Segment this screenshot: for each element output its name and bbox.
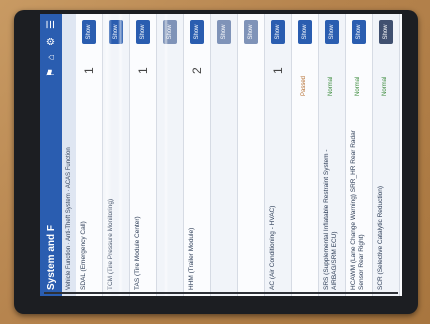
table-row[interactable]: Show <box>157 14 184 296</box>
table-row[interactable]: SDAL (Emergency Call) 1 Show <box>76 14 103 296</box>
show-button[interactable]: Show <box>352 20 366 44</box>
module-name: TCM (Tire Pressure Monitoring) <box>107 198 114 290</box>
status-text: Normal <box>328 76 334 96</box>
fault-count: 1 <box>136 67 150 74</box>
table-row[interactable]: HCAWM (Lane Change Warning) SRR_HR Rear … <box>346 14 373 296</box>
show-button[interactable]: Show <box>82 20 96 44</box>
module-name: SRS (Supplemental Inflatable Restraint S… <box>323 149 338 290</box>
show-button[interactable]: Show <box>163 20 177 44</box>
app-title: System and F <box>45 224 57 290</box>
module-list: SDAL (Emergency Call) 1 Show TCM (Tire Pres… <box>76 14 402 296</box>
fault-count: 1 <box>271 67 285 74</box>
settings-icon[interactable]: ⚙ <box>46 37 57 46</box>
module-name: TAS (Tire Module Center) <box>134 216 141 290</box>
breadcrumb: Vehicle Function · Anti-Theft System · A… <box>62 14 76 296</box>
table-row[interactable]: AC (Air Conditioning - HVAC) 1 Show <box>265 14 292 296</box>
show-button[interactable]: Show <box>136 20 150 44</box>
table-row[interactable]: Passed Show <box>292 14 319 296</box>
bookmark-icon[interactable]: ⚑ <box>46 68 57 77</box>
module-name: HHM (Trailer Module) <box>188 227 195 290</box>
show-button[interactable]: Show <box>379 20 393 44</box>
home-icon[interactable]: ⌂ <box>46 54 57 60</box>
table-row[interactable]: Show <box>211 14 238 296</box>
table-row[interactable]: TCM (Tire Pressure Monitoring) Show <box>103 14 130 296</box>
fault-count: 2 <box>190 67 204 74</box>
show-button[interactable]: Show <box>271 20 285 44</box>
show-button[interactable]: Show <box>217 20 231 44</box>
table-row[interactable]: HHM (Trailer Module) 2 Show <box>184 14 211 296</box>
show-button[interactable]: Show <box>325 20 339 44</box>
module-name: SCR (Selective Catalytic Reduction) <box>377 185 384 290</box>
table-row[interactable]: TAS (Tire Module Center) 1 Show <box>130 14 157 296</box>
show-button[interactable]: Show <box>244 20 258 44</box>
table-row[interactable]: SCR (Selective Catalytic Reduction) Norma… <box>373 14 400 296</box>
module-name: HCAWM (Lane Change Warning) SRR_HR Rear … <box>350 130 365 290</box>
show-button[interactable]: Show <box>109 20 123 44</box>
diagnostic-app: System and F ⚑ ⌂ ⚙ ☰ Vehicle Function · … <box>40 14 402 296</box>
table-row[interactable]: ECM (Engine Control Module - CML OCE)Nor… <box>400 14 402 296</box>
menu-icon[interactable]: ☰ <box>46 20 57 29</box>
status-text: Normal <box>355 76 361 96</box>
tablet-bezel-edge <box>44 292 398 294</box>
table-row[interactable]: SRS (Supplemental Inflatable Restraint S… <box>319 14 346 296</box>
module-name: SDAL (Emergency Call) <box>80 221 87 290</box>
table-row[interactable]: Show <box>238 14 265 296</box>
show-button[interactable]: Show <box>298 20 312 44</box>
status-text: Passed <box>301 75 307 96</box>
app-header: System and F ⚑ ⌂ ⚙ ☰ <box>40 14 62 296</box>
tablet-screen: System and F ⚑ ⌂ ⚙ ☰ Vehicle Function · … <box>40 14 402 296</box>
fault-count: 1 <box>82 67 96 74</box>
status-text: Normal <box>382 76 388 96</box>
module-name: AC (Air Conditioning - HVAC) <box>269 205 276 290</box>
show-button[interactable]: Show <box>190 20 204 44</box>
